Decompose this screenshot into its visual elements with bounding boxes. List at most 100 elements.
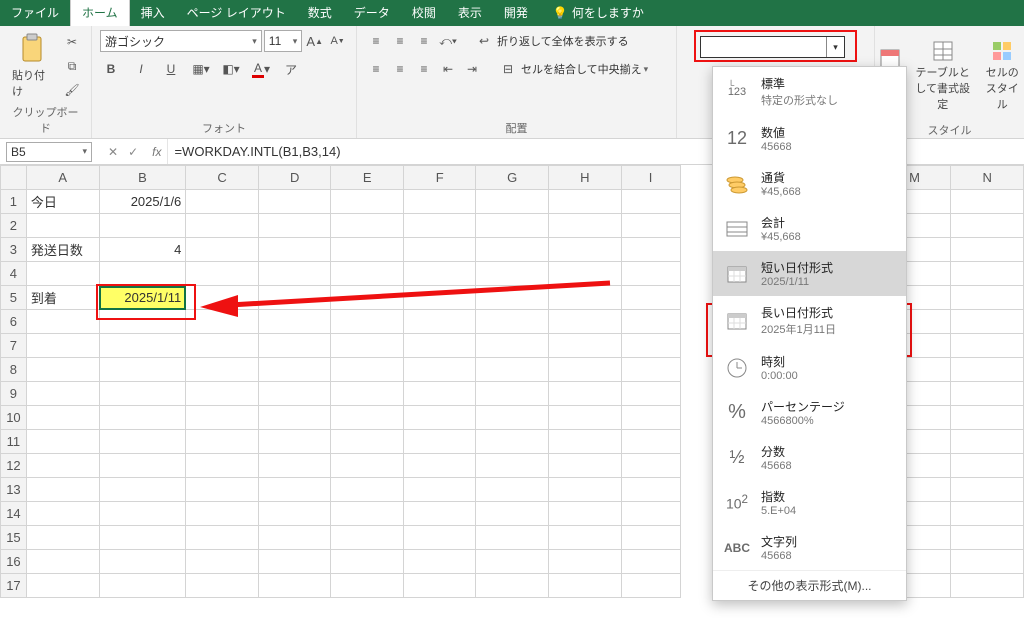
cell[interactable] — [621, 502, 680, 526]
tab-view[interactable]: 表示 — [447, 0, 493, 26]
cell[interactable] — [258, 550, 331, 574]
cell[interactable] — [403, 550, 475, 574]
cell[interactable] — [99, 382, 186, 406]
col-header-F[interactable]: F — [403, 166, 475, 190]
cell[interactable] — [99, 478, 186, 502]
cell[interactable] — [549, 550, 622, 574]
row-header-14[interactable]: 14 — [1, 502, 27, 526]
col-header-H[interactable]: H — [549, 166, 622, 190]
cell[interactable] — [549, 238, 622, 262]
cell[interactable] — [331, 478, 404, 502]
cut-button[interactable]: ✂ — [61, 31, 83, 53]
cell[interactable] — [331, 574, 404, 598]
cell[interactable] — [186, 190, 259, 214]
cell[interactable] — [99, 454, 186, 478]
cell[interactable] — [621, 310, 680, 334]
cell[interactable] — [258, 358, 331, 382]
cell[interactable] — [951, 262, 1024, 286]
cell[interactable] — [951, 382, 1024, 406]
cell[interactable] — [549, 502, 622, 526]
cell[interactable] — [403, 526, 475, 550]
cell[interactable] — [951, 238, 1024, 262]
select-all-corner[interactable] — [1, 166, 27, 190]
format-option-fraction[interactable]: ½ 分数 45668 — [713, 435, 906, 480]
cell[interactable] — [186, 406, 259, 430]
format-painter-button[interactable]: 🖌 — [61, 79, 83, 101]
cell[interactable] — [258, 382, 331, 406]
row-header-5[interactable]: 5 — [1, 286, 27, 310]
cell[interactable] — [621, 334, 680, 358]
font-color-button[interactable]: A▾ — [250, 58, 272, 80]
cell[interactable] — [258, 454, 331, 478]
format-option-general[interactable]: └123 標準 特定の形式なし — [713, 67, 906, 116]
cell[interactable] — [549, 214, 622, 238]
tab-insert[interactable]: 挿入 — [130, 0, 176, 26]
cell[interactable] — [403, 406, 475, 430]
cell[interactable] — [476, 358, 549, 382]
cell[interactable] — [951, 310, 1024, 334]
tab-dev[interactable]: 開発 — [493, 0, 539, 26]
col-header-I[interactable]: I — [621, 166, 680, 190]
row-header-4[interactable]: 4 — [1, 262, 27, 286]
cell[interactable] — [186, 334, 259, 358]
bold-button[interactable]: B — [100, 58, 122, 80]
row-header-2[interactable]: 2 — [1, 214, 27, 238]
row-header-17[interactable]: 17 — [1, 574, 27, 598]
cell[interactable] — [186, 430, 259, 454]
row-header-3[interactable]: 3 — [1, 238, 27, 262]
cell[interactable] — [951, 478, 1024, 502]
cell[interactable] — [476, 574, 549, 598]
cell[interactable] — [951, 190, 1024, 214]
cell[interactable] — [476, 502, 549, 526]
cell[interactable] — [26, 550, 99, 574]
cell-styles-button[interactable]: セルのスタイル — [980, 38, 1024, 114]
cell[interactable] — [331, 334, 404, 358]
cell[interactable] — [26, 262, 99, 286]
cell[interactable] — [403, 238, 475, 262]
cell[interactable] — [549, 382, 622, 406]
cell[interactable] — [258, 574, 331, 598]
format-option-number[interactable]: 12 数値 45668 — [713, 116, 906, 161]
cell[interactable] — [621, 214, 680, 238]
indent-decrease-button[interactable]: ⇤ — [437, 58, 459, 80]
tab-data[interactable]: データ — [343, 0, 401, 26]
cell[interactable] — [258, 478, 331, 502]
cell[interactable] — [476, 454, 549, 478]
cell[interactable] — [26, 430, 99, 454]
cell[interactable] — [951, 430, 1024, 454]
format-option-time[interactable]: 時刻 0:00:00 — [713, 345, 906, 390]
cell[interactable] — [186, 454, 259, 478]
cell[interactable] — [549, 190, 622, 214]
cell[interactable] — [476, 478, 549, 502]
cell[interactable] — [403, 382, 475, 406]
underline-button[interactable]: U — [160, 58, 182, 80]
cell[interactable] — [258, 526, 331, 550]
format-option-longdate[interactable]: 長い日付形式 2025年1月11日 — [713, 296, 906, 345]
align-center-button[interactable]: ≡ — [389, 58, 411, 80]
cell[interactable] — [951, 334, 1024, 358]
merge-center-button[interactable]: ⊟ — [497, 58, 519, 80]
cell[interactable] — [99, 334, 186, 358]
fill-color-button[interactable]: ◧▾ — [220, 58, 242, 80]
cell[interactable] — [403, 502, 475, 526]
cell[interactable] — [186, 382, 259, 406]
cell[interactable] — [186, 502, 259, 526]
format-as-table-button[interactable]: テーブルとして書式設定 — [911, 38, 974, 114]
row-header-6[interactable]: 6 — [1, 310, 27, 334]
cell[interactable] — [186, 550, 259, 574]
cell[interactable] — [26, 502, 99, 526]
cell[interactable] — [258, 238, 331, 262]
cell[interactable] — [549, 478, 622, 502]
fx-icon[interactable]: fx — [146, 145, 167, 159]
row-header-16[interactable]: 16 — [1, 550, 27, 574]
cell[interactable] — [476, 406, 549, 430]
cell-A3[interactable]: 発送日数 — [26, 238, 99, 262]
col-header-C[interactable]: C — [186, 166, 259, 190]
cell[interactable] — [99, 406, 186, 430]
cell[interactable] — [26, 454, 99, 478]
cell[interactable] — [403, 190, 475, 214]
format-option-accounting[interactable]: 会計 ¥45,668 — [713, 206, 906, 251]
row-header-10[interactable]: 10 — [1, 406, 27, 430]
cell[interactable] — [331, 526, 404, 550]
cell[interactable] — [258, 334, 331, 358]
